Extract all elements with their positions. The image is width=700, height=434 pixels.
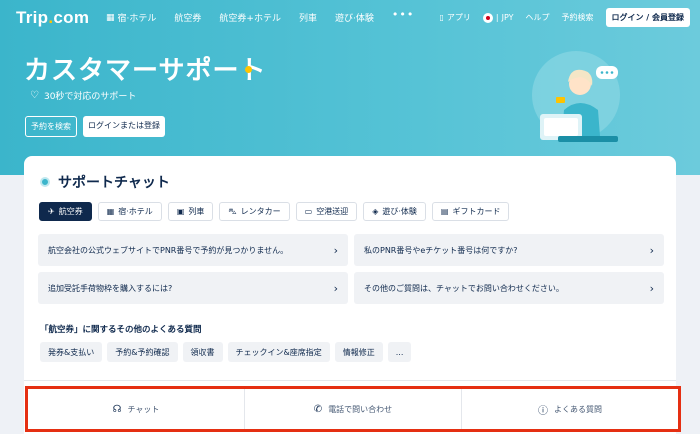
hero-subtitle: ♡ 30秒で対応のサポート: [30, 90, 137, 102]
nav-item-hotels[interactable]: ▦ 宿·ホテル: [106, 11, 156, 25]
title-dot-decoration: [245, 66, 252, 73]
car-icon: ⛍: [228, 206, 237, 216]
giftcard-icon: ▤: [440, 207, 449, 216]
plane-icon: ✈: [48, 207, 55, 216]
tab-car-rental[interactable]: ⛍ レンタカー: [219, 202, 290, 221]
question-list: 航空会社の公式ウェブサイトでPNR番号で予約が見つかりません。 › 私のPNR番…: [38, 234, 664, 304]
train-icon: ▣: [176, 207, 185, 216]
nav-item-trains[interactable]: 列車: [299, 11, 317, 24]
question-item[interactable]: 航空会社の公式ウェブサイトでPNR番号で予約が見つかりません。 ›: [38, 234, 348, 266]
japan-flag-icon: [482, 12, 493, 23]
headset-icon: ☊: [112, 403, 122, 415]
support-chat-heading: サポートチャット: [40, 172, 170, 192]
chevron-right-icon: ›: [333, 243, 338, 257]
tab-gift-cards[interactable]: ▤ ギフトカード: [431, 202, 510, 221]
chat-button[interactable]: ☊ チャット: [28, 389, 245, 429]
chevron-right-icon: ›: [649, 281, 654, 295]
chat-status-dot-icon: [40, 177, 50, 187]
currency-selector[interactable]: | JPY: [482, 12, 514, 23]
faq-chip-info-change[interactable]: 情報修正: [334, 342, 383, 362]
chevron-right-icon: ›: [649, 243, 654, 257]
nav-item-activities[interactable]: 遊び·体験: [335, 11, 374, 24]
tab-flights[interactable]: ✈ 航空券: [39, 202, 92, 221]
faq-heading: 「航空券」に関するその他のよくある質問: [40, 325, 202, 335]
tab-hotels[interactable]: ▦ 宿·ホテル: [97, 202, 162, 221]
trip-logo[interactable]: Trip.com: [16, 8, 89, 28]
top-nav: ▦ 宿·ホテル 航空券 航空券+ホテル 列車 遊び·体験 •••: [106, 8, 414, 25]
product-tabs: ✈ 航空券 ▦ 宿·ホテル ▣ 列車 ⛍ レンタカー ▭ 空港送迎 ◈ 遊び·体…: [39, 202, 510, 221]
contact-options-bar: ☊ チャット ✆ 電話で問い合わせ ⓘ よくある質問: [25, 386, 681, 432]
question-item[interactable]: 追加受託手荷物枠を購入するには? ›: [38, 272, 348, 304]
phone-contact-button[interactable]: ✆ 電話で問い合わせ: [245, 389, 462, 429]
login-or-register-button[interactable]: ログインまたは登録: [83, 116, 165, 137]
question-item[interactable]: その他のご質問は、チャットでお問い合わせください。 ›: [354, 272, 664, 304]
faq-chips: 発券&支払い 予約&予約確認 領収書 チェックイン&座席指定 情報修正 ...: [40, 342, 412, 362]
faq-button[interactable]: ⓘ よくある質問: [462, 389, 678, 429]
nav-item-flight-hotel[interactable]: 航空券+ホテル: [219, 11, 281, 24]
bookings-link[interactable]: 予約検索: [562, 12, 594, 23]
card-divider: [24, 380, 676, 381]
page-title: カスタマーサポート: [24, 56, 267, 86]
login-register-button[interactable]: ログイン / 会員登録: [605, 8, 690, 27]
ticket-icon: ◈: [372, 207, 379, 216]
question-item[interactable]: 私のPNR番号やeチケット番号は何ですか? ›: [354, 234, 664, 266]
hero-banner: Trip.com ▦ 宿·ホテル 航空券 航空券+ホテル 列車 遊び·体験 ••…: [0, 0, 700, 175]
hotel-icon: ▦: [106, 12, 115, 23]
support-agent-illustration: [532, 51, 620, 142]
hotel-icon: ▦: [106, 207, 115, 216]
tab-activities[interactable]: ◈ 遊び·体験: [363, 202, 426, 221]
phone-app-icon: ▯: [439, 13, 444, 22]
chevron-right-icon: ›: [333, 281, 338, 295]
info-icon: ⓘ: [538, 405, 548, 417]
right-nav: ▯ アプリ | JPY ヘルプ 予約検索 ログイン / 会員登録: [439, 8, 690, 27]
heart-check-icon: ♡: [30, 90, 39, 101]
phone-icon: ✆: [313, 403, 323, 415]
faq-chip-more[interactable]: ...: [387, 342, 412, 362]
nav-more-button[interactable]: •••: [392, 8, 414, 24]
nav-item-flights[interactable]: 航空券: [174, 11, 201, 24]
help-link[interactable]: ヘルプ: [526, 12, 550, 23]
tab-airport-transfer[interactable]: ▭ 空港送迎: [295, 202, 358, 221]
shuttle-icon: ▭: [304, 207, 313, 216]
faq-chip-checkin-seat[interactable]: チェックイン&座席指定: [227, 342, 330, 362]
faq-chip-receipt[interactable]: 領収書: [182, 342, 223, 362]
search-booking-button[interactable]: 予約を検索: [25, 116, 77, 137]
app-link[interactable]: ▯ アプリ: [439, 12, 470, 23]
faq-chip-booking-confirmation[interactable]: 予約&予約確認: [107, 342, 178, 362]
tab-trains[interactable]: ▣ 列車: [167, 202, 214, 221]
faq-chip-ticketing-payment[interactable]: 発券&支払い: [40, 342, 103, 362]
